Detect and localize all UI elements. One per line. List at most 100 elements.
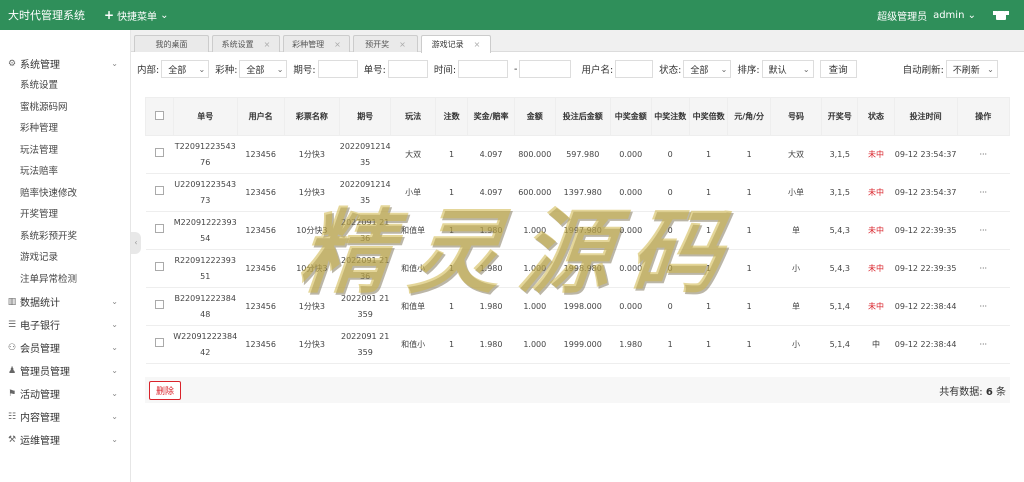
sidebar-item[interactable]: 玩法管理 bbox=[0, 140, 130, 162]
tab-0[interactable]: 我的桌面 bbox=[134, 35, 209, 52]
table-cell: 1.000 bbox=[514, 211, 556, 250]
quick-menu-button[interactable]: + 快捷菜单 ⌄ bbox=[104, 8, 168, 23]
column-header: 期号 bbox=[339, 97, 392, 136]
table-cell: 1.000 bbox=[514, 325, 556, 364]
tab-3[interactable]: 预开奖 × bbox=[353, 35, 418, 52]
column-header: 用户名 bbox=[236, 97, 285, 136]
user-area: 超级管理员 admin ⌄ bbox=[877, 0, 1009, 30]
sidebar-group-1[interactable]: ▥ 数据统计 ⌄ bbox=[0, 290, 130, 313]
sidebar-group-icon: ♟ bbox=[7, 365, 17, 376]
sidebar-item[interactable]: 赔率快速修改 bbox=[0, 183, 130, 205]
sidebar-item[interactable]: 游戏记录 bbox=[0, 247, 130, 269]
row-actions[interactable]: ··· bbox=[957, 211, 1010, 250]
sidebar-group-4[interactable]: ♟ 管理员管理 ⌄ bbox=[0, 359, 130, 382]
time-start-input[interactable] bbox=[458, 60, 509, 78]
tab-2[interactable]: 彩种管理 × bbox=[283, 35, 350, 52]
sidebar-group-label: 运维管理 bbox=[20, 436, 60, 447]
table-row[interactable]: B2209122238448 123456 1分快3 2022091 21359 和值单… bbox=[145, 287, 1010, 326]
username-input[interactable] bbox=[615, 60, 654, 78]
row-actions[interactable]: ··· bbox=[957, 325, 1010, 364]
sidebar-item[interactable]: 彩种管理 bbox=[0, 118, 130, 140]
table-row[interactable]: T2209122354376 123456 1分快3 2022091214 35 大双 1… bbox=[145, 135, 1010, 174]
row-checkbox[interactable] bbox=[154, 299, 164, 309]
table-cell: 2022091214 35 bbox=[339, 173, 391, 212]
auto-refresh-select[interactable]: 不刷新 ⌄ bbox=[945, 60, 998, 78]
table-cell: 123456 bbox=[237, 211, 285, 250]
table-cell: 5,1,4 bbox=[821, 287, 858, 326]
internal-select[interactable]: 全部 ⌄ bbox=[161, 60, 210, 78]
sidebar-group-icon: ⚙ bbox=[7, 58, 17, 69]
sidebar-group-2[interactable]: ☰ 电子银行 ⌄ bbox=[0, 313, 130, 336]
column-header: 开奖号 bbox=[821, 97, 859, 136]
sidebar-item[interactable]: 玩法赔率 bbox=[0, 161, 130, 183]
row-checkbox[interactable] bbox=[154, 147, 164, 157]
status-select[interactable]: 全部 ⌄ bbox=[683, 60, 732, 78]
row-actions[interactable]: ··· bbox=[957, 287, 1010, 326]
sidebar-group-5[interactable]: ⚑ 活动管理 ⌄ bbox=[0, 382, 130, 405]
sidebar-item[interactable]: 系统设置 bbox=[0, 75, 130, 97]
sidebar-group-0[interactable]: ⚙ 系统管理 ⌄ bbox=[0, 52, 130, 75]
sidebar-item[interactable]: 开奖管理 bbox=[0, 204, 130, 226]
sidebar-group-6[interactable]: ☷ 内容管理 ⌄ bbox=[0, 405, 130, 428]
table-cell: B2209122238448 bbox=[173, 287, 238, 326]
status-label: 状态: bbox=[659, 65, 682, 76]
chevron-down-icon: ⌄ bbox=[111, 412, 118, 421]
sidebar-group-icon: ⚑ bbox=[7, 388, 17, 399]
table-cell: 0 bbox=[651, 287, 690, 326]
row-checkbox[interactable] bbox=[154, 185, 164, 195]
lottery-select[interactable]: 全部 ⌄ bbox=[239, 60, 288, 78]
time-end-input[interactable] bbox=[519, 60, 572, 78]
table-row[interactable]: U2209122354373 123456 1分快3 2022091214 35 小单 1… bbox=[145, 173, 1010, 212]
issue-input[interactable] bbox=[317, 60, 358, 78]
chevron-down-icon: ⌄ bbox=[111, 320, 118, 329]
tab-label: 游戏记录 bbox=[431, 40, 464, 49]
sort-select[interactable]: 默认 ⌄ bbox=[761, 60, 814, 78]
sidebar-collapse-handle[interactable]: ‹ bbox=[131, 232, 141, 254]
column-header: 投注时间 bbox=[893, 97, 958, 136]
row-actions[interactable]: ··· bbox=[957, 135, 1010, 174]
sidebar-item[interactable]: 蜜桃源码网 bbox=[0, 97, 130, 119]
sidebar-item[interactable]: 注单异常检测 bbox=[0, 269, 130, 291]
table-row[interactable]: W2209122238442 123456 1分快3 2022091 21359 和值小… bbox=[145, 325, 1010, 364]
row-select-cell bbox=[145, 135, 174, 174]
skin-theme-icon[interactable] bbox=[993, 10, 1009, 20]
table-cell: 1.980 bbox=[610, 325, 652, 364]
column-header: 投注后金额 bbox=[554, 97, 611, 136]
row-select-cell bbox=[145, 249, 174, 288]
close-icon[interactable]: × bbox=[399, 40, 406, 49]
sidebar-group-3[interactable]: ⚇ 会员管理 ⌄ bbox=[0, 336, 130, 359]
table-cell: 123456 bbox=[237, 173, 285, 212]
table-cell: 10分快3 bbox=[284, 249, 340, 288]
tab-4[interactable]: 游戏记录 × bbox=[421, 35, 491, 53]
close-icon[interactable]: × bbox=[264, 40, 271, 49]
chevron-down-icon: ⌄ bbox=[198, 64, 206, 74]
bet-no-input[interactable] bbox=[387, 60, 428, 78]
column-header: 单号 bbox=[172, 97, 238, 136]
query-button[interactable]: 查询 bbox=[819, 60, 857, 78]
table-cell: 2022091 2136 bbox=[339, 249, 391, 288]
tab-1[interactable]: 系统设置 × bbox=[212, 35, 280, 52]
row-checkbox[interactable] bbox=[154, 337, 164, 347]
status-select-value: 全部 bbox=[690, 65, 709, 76]
table-row[interactable]: R2209122239351 123456 10分快3 2022091 2136 和值小… bbox=[145, 249, 1010, 288]
close-icon[interactable]: × bbox=[334, 40, 341, 49]
bet-no-label: 单号: bbox=[363, 65, 386, 76]
sidebar-group-icon: ⚇ bbox=[7, 342, 17, 353]
delete-button[interactable]: 删除 bbox=[149, 380, 182, 400]
table-row[interactable]: M2209122239354 123456 10分快3 2022091 2136 和值单… bbox=[145, 211, 1010, 250]
sidebar-group-7[interactable]: ⚒ 运维管理 ⌄ bbox=[0, 428, 130, 451]
row-actions[interactable]: ··· bbox=[957, 173, 1010, 212]
row-actions[interactable]: ··· bbox=[957, 249, 1010, 288]
table-cell: 09-12 22:38:44 bbox=[894, 325, 958, 364]
close-icon[interactable]: × bbox=[474, 40, 481, 49]
table-footer: 删除 共有数据: 6 条 bbox=[145, 377, 1010, 403]
row-checkbox[interactable] bbox=[154, 223, 164, 233]
sidebar-group-label: 内容管理 bbox=[20, 413, 60, 424]
chevron-down-icon: ⌄ bbox=[720, 64, 728, 74]
user-menu-button[interactable]: admin ⌄ bbox=[933, 10, 976, 21]
total-number: 6 bbox=[985, 386, 993, 398]
select-all-checkbox[interactable] bbox=[154, 111, 164, 120]
row-checkbox[interactable] bbox=[154, 261, 164, 271]
table-cell: 3,1,5 bbox=[821, 173, 858, 212]
sidebar-item[interactable]: 系统彩预开奖 bbox=[0, 226, 130, 248]
